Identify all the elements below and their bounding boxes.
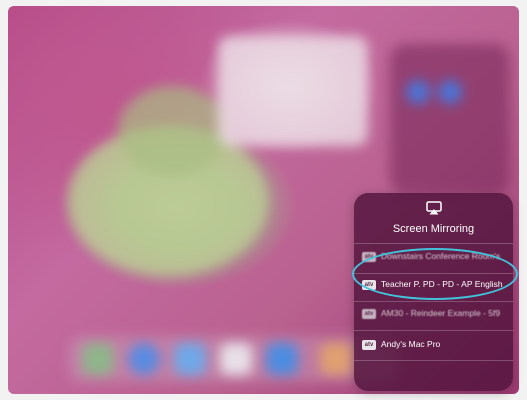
- dock: [68, 336, 398, 382]
- device-label: Downstairs Conference Room's: [381, 251, 501, 261]
- device-label: AM30 - Reindeer Example - 5f9: [381, 308, 501, 318]
- background-card: [218, 36, 368, 146]
- control-button: [406, 80, 430, 104]
- device-row[interactable]: atv Teacher P. PD - PD - AP English: [354, 271, 513, 301]
- device-row[interactable]: atv Downstairs Conference Room's: [354, 243, 513, 273]
- dock-app-icon: [128, 343, 160, 375]
- apple-tv-icon: atv: [362, 309, 376, 319]
- apple-tv-icon: atv: [362, 252, 376, 262]
- apple-tv-icon: atv: [362, 280, 376, 290]
- dock-app-icon: [266, 343, 298, 375]
- screen-mirroring-panel: Screen Mirroring atv Downstairs Conferen…: [354, 193, 513, 391]
- dock-app-icon: [320, 343, 352, 375]
- device-row[interactable]: atv AM30 - Reindeer Example - 5f9: [354, 300, 513, 330]
- dock-app-icon: [220, 343, 252, 375]
- apple-tv-icon: atv: [362, 340, 376, 350]
- dock-app-icon: [82, 343, 114, 375]
- control-button: [438, 80, 462, 104]
- screen-mirroring-title: Screen Mirroring: [392, 223, 475, 235]
- device-row[interactable]: atv Andy's Mac Pro: [354, 331, 513, 361]
- control-center-background: [390, 44, 510, 194]
- airplay-icon: [426, 201, 442, 215]
- divider: [354, 360, 513, 361]
- dock-app-icon: [174, 343, 206, 375]
- device-label: Andy's Mac Pro: [381, 339, 441, 349]
- background-blob: [118, 86, 228, 176]
- device-label: Teacher P. PD - PD - AP English: [381, 279, 503, 289]
